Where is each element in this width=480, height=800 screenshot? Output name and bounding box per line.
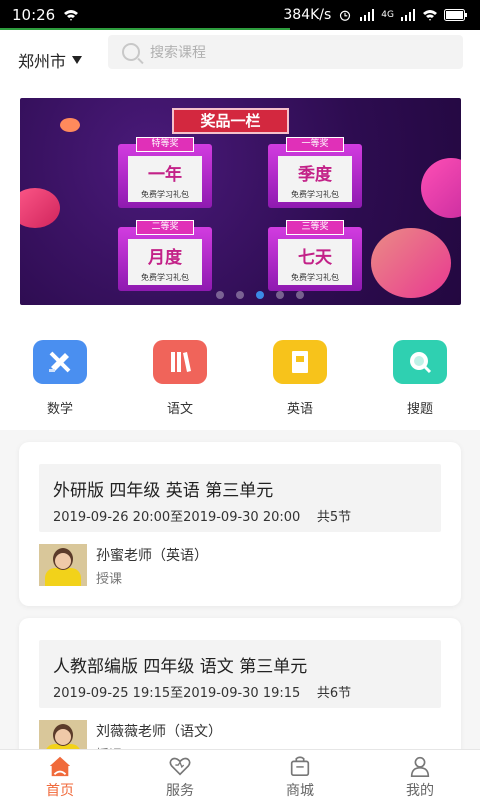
profile-icon [410, 756, 430, 777]
prize-sub: 免费学习礼包 [141, 273, 189, 282]
prize-card: 一等奖 季度免费学习礼包 [268, 137, 362, 208]
network-speed: 384K/s [283, 7, 332, 23]
prize-sub: 免费学习礼包 [291, 190, 339, 199]
tab-label: 服务 [166, 783, 194, 799]
network-type: 4G [381, 10, 394, 20]
book-icon [273, 340, 327, 384]
prize-main: 一年 [148, 165, 182, 185]
prize-sub: 免费学习礼包 [291, 273, 339, 282]
prize-tag: 一等奖 [286, 137, 344, 152]
category-search-question[interactable]: 搜题 [360, 340, 480, 417]
shop-bag-icon [290, 756, 310, 777]
carousel-dot[interactable] [216, 291, 224, 299]
wifi-icon [64, 10, 79, 21]
search-question-icon [393, 340, 447, 384]
tab-service[interactable]: 服务 [120, 750, 240, 800]
tab-home[interactable]: 首页 [0, 750, 120, 800]
alarm-icon [340, 10, 351, 21]
signal-icon [360, 9, 375, 21]
carousel-dots [216, 291, 304, 299]
teacher-name: 刘薇薇老师（语文） [96, 724, 222, 740]
carousel-dot[interactable] [296, 291, 304, 299]
prize-main: 月度 [148, 248, 182, 268]
course-time: 2019-09-26 20:00至2019-09-30 20:00 共5节 [53, 510, 352, 525]
carousel-dot-active[interactable] [256, 291, 264, 299]
category-label: 语文 [166, 402, 193, 417]
search-placeholder: 搜索课程 [150, 45, 206, 61]
status-bar: 10:26 384K/s 4G [0, 0, 480, 30]
signal-icon-2 [401, 9, 415, 21]
decor-blob [421, 158, 461, 218]
category-math[interactable]: 数学 [0, 340, 120, 417]
category-english[interactable]: 英语 [240, 340, 360, 417]
decor-blob [371, 228, 451, 298]
course-info: 外研版 四年级 英语 第三单元 2019-09-26 20:00至2019-09… [39, 464, 441, 532]
home-icon [49, 756, 71, 777]
course-title: 人教部编版 四年级 语文 第三单元 [53, 657, 308, 677]
category-label: 搜题 [406, 402, 433, 417]
category-label: 数学 [46, 402, 73, 417]
teacher-avatar [39, 544, 87, 586]
caret-down-icon [72, 56, 83, 64]
decor-blob [60, 118, 80, 132]
search-icon [122, 43, 140, 61]
prize-tag: 特等奖 [136, 137, 194, 152]
prize-tag: 二等奖 [136, 220, 194, 235]
bottom-tab-bar: 首页 服务 商城 我的 [0, 749, 480, 800]
status-time: 10:26 [12, 6, 56, 24]
books-icon [153, 340, 207, 384]
course-card[interactable]: 外研版 四年级 英语 第三单元 2019-09-26 20:00至2019-09… [19, 442, 461, 606]
tab-label: 首页 [46, 783, 74, 799]
tab-shop[interactable]: 商城 [240, 750, 360, 800]
city-selector[interactable]: 郑州市 [18, 48, 83, 72]
prize-sub: 免费学习礼包 [141, 190, 189, 199]
prize-main: 七天 [298, 248, 332, 268]
course-time: 2019-09-25 19:15至2019-09-30 19:15 共6节 [53, 686, 352, 701]
prize-card: 三等奖 七天免费学习礼包 [268, 220, 362, 291]
teacher-role: 授课 [96, 572, 123, 587]
promo-banner[interactable]: 奖品一栏 特等奖 一年 免费学习礼包 一等奖 季度 免费学习礼包 二等奖 月度 免费学… [20, 98, 461, 305]
banner-title: 奖品一栏 [172, 108, 289, 134]
teacher-row: 孙蜜老师（英语） 授课 [39, 544, 441, 587]
category-chinese[interactable]: 语文 [120, 340, 240, 417]
category-label: 英语 [286, 402, 313, 417]
prize-card: 二等奖 月度免费学习礼包 [118, 220, 212, 291]
course-title: 外研版 四年级 英语 第三单元 [53, 481, 274, 501]
prize-main: 季度 [298, 165, 332, 185]
course-info: 人教部编版 四年级 语文 第三单元 2019-09-25 19:15至2019-… [39, 640, 441, 708]
carousel-dot[interactable] [236, 291, 244, 299]
heart-icon [169, 757, 191, 776]
header: 郑州市 搜索课程 [0, 30, 480, 90]
city-label: 郑州市 [18, 52, 67, 71]
math-icon [33, 340, 87, 384]
wifi-icon-2 [423, 10, 437, 21]
decor-blob [20, 188, 60, 228]
teacher-name: 孙蜜老师（英语） [96, 548, 208, 564]
tab-profile[interactable]: 我的 [360, 750, 480, 800]
prize-tag: 三等奖 [286, 220, 344, 235]
prize-card: 特等奖 一年免费学习礼包 [118, 137, 212, 208]
tab-label: 商城 [286, 783, 314, 799]
battery-icon [444, 9, 467, 21]
category-grid: 数学 语文 英语 搜题 [0, 340, 480, 417]
carousel-dot[interactable] [276, 291, 284, 299]
search-input[interactable]: 搜索课程 [108, 35, 463, 69]
tab-label: 我的 [406, 783, 434, 799]
